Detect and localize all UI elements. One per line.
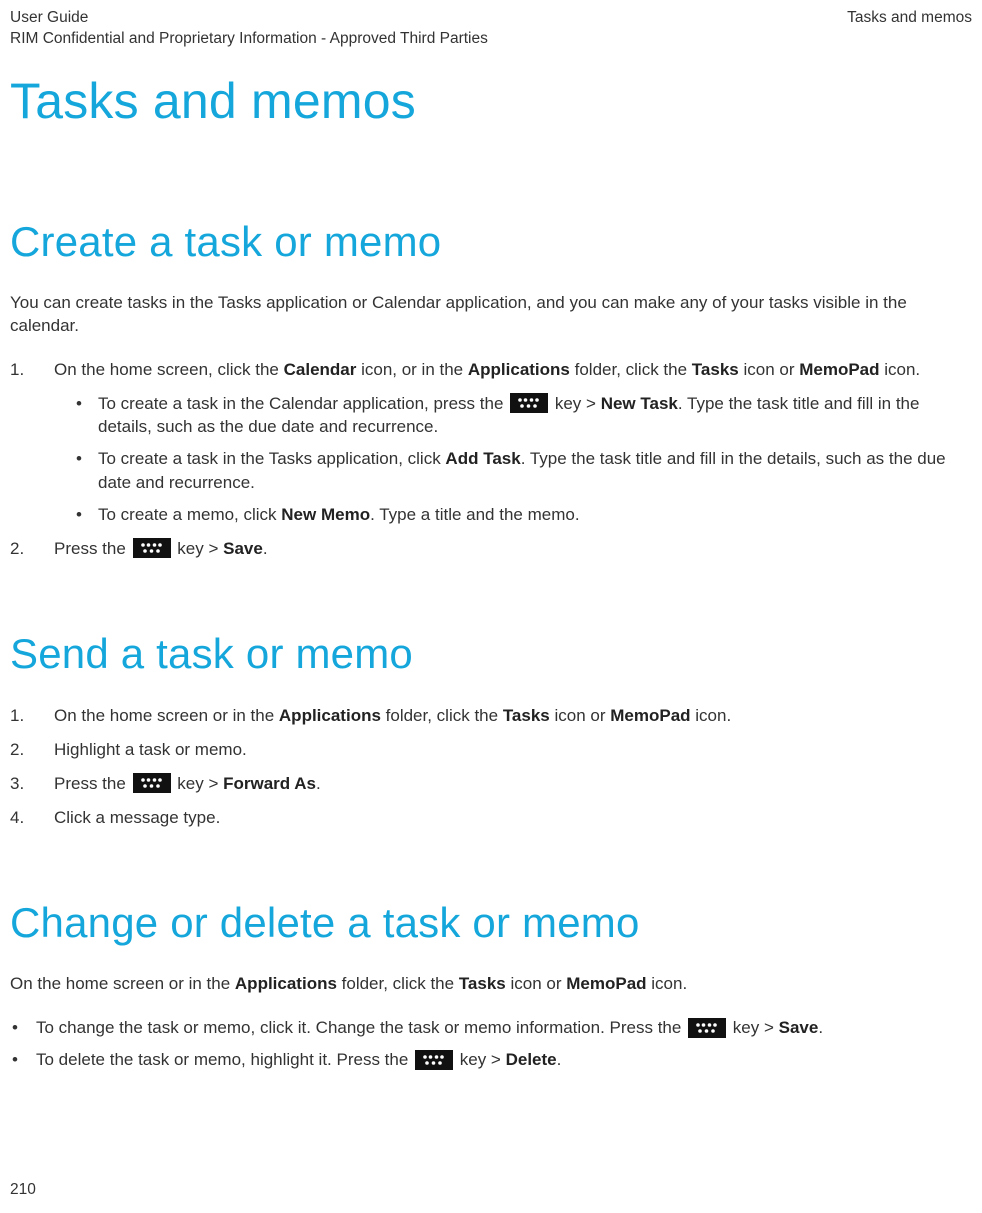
header-left-line-1: User Guide [10, 8, 488, 29]
bold-calendar: Calendar [284, 360, 357, 379]
section-send: Send a task or memo On the home screen o… [10, 630, 972, 829]
change-bullets: To change the task or memo, click it. Ch… [10, 1016, 972, 1072]
create-sub-1: To create a task in the Calendar applica… [76, 392, 972, 440]
bold-applications: Applications [279, 706, 381, 725]
text: key > [173, 774, 224, 793]
text: To create a memo, click [98, 505, 281, 524]
section-change: Change or delete a task or memo On the h… [10, 899, 972, 1072]
bold-new-task: New Task [601, 394, 678, 413]
blackberry-key-icon [133, 538, 171, 558]
text: To delete the task or memo, highlight it… [36, 1050, 413, 1069]
section-change-heading: Change or delete a task or memo [10, 899, 972, 947]
bold-tasks: Tasks [459, 974, 506, 993]
blackberry-key-icon [133, 773, 171, 793]
bold-applications: Applications [468, 360, 570, 379]
page-header: User Guide RIM Confidential and Propriet… [10, 8, 972, 50]
text: folder, click the [570, 360, 692, 379]
text: . [316, 774, 321, 793]
text: . [557, 1050, 562, 1069]
create-sub-3: To create a memo, click New Memo. Type a… [76, 503, 972, 527]
send-step-4: Click a message type. [10, 806, 972, 830]
section-create-heading: Create a task or memo [10, 218, 972, 266]
text: . Type a title and the memo. [370, 505, 579, 524]
bold-applications: Applications [235, 974, 337, 993]
page-number: 210 [10, 1181, 36, 1199]
text: folder, click the [381, 706, 503, 725]
send-steps: On the home screen or in the Application… [10, 704, 972, 829]
text: icon or [550, 706, 610, 725]
create-sub-2: To create a task in the Tasks applicatio… [76, 447, 972, 495]
text: To change the task or memo, click it. Ch… [36, 1018, 686, 1037]
section-create-intro: You can create tasks in the Tasks applic… [10, 292, 972, 338]
bold-forward-as: Forward As [223, 774, 316, 793]
header-right: Tasks and memos [847, 8, 972, 29]
text: icon or [739, 360, 799, 379]
text: key > [173, 539, 224, 558]
text: On the home screen or in the [10, 974, 235, 993]
text: icon. [647, 974, 688, 993]
text: key > [728, 1018, 779, 1037]
bold-delete: Delete [506, 1050, 557, 1069]
blackberry-key-icon [688, 1018, 726, 1038]
text: folder, click the [337, 974, 459, 993]
send-step-2: Highlight a task or memo. [10, 738, 972, 762]
send-step-1: On the home screen or in the Application… [10, 704, 972, 728]
section-change-intro: On the home screen or in the Application… [10, 973, 972, 996]
text: On the home screen, click the [54, 360, 284, 379]
bold-tasks: Tasks [503, 706, 550, 725]
change-bullet-1: To change the task or memo, click it. Ch… [10, 1016, 972, 1040]
text: To create a task in the Calendar applica… [98, 394, 508, 413]
bold-tasks: Tasks [692, 360, 739, 379]
section-create: Create a task or memo You can create tas… [10, 218, 972, 560]
text: Press the [54, 539, 131, 558]
text: icon. [880, 360, 921, 379]
text: . [263, 539, 268, 558]
create-step-2: Press the key > Save. [10, 537, 972, 561]
header-left: User Guide RIM Confidential and Propriet… [10, 8, 488, 50]
send-step-3: Press the key > Forward As. [10, 772, 972, 796]
text: On the home screen or in the [54, 706, 279, 725]
blackberry-key-icon [415, 1050, 453, 1070]
header-left-line-2: RIM Confidential and Proprietary Informa… [10, 29, 488, 50]
bold-add-task: Add Task [445, 449, 520, 468]
change-bullet-2: To delete the task or memo, highlight it… [10, 1048, 972, 1072]
bold-save: Save [223, 539, 263, 558]
page-title: Tasks and memos [10, 72, 972, 130]
text: To create a task in the Tasks applicatio… [98, 449, 445, 468]
blackberry-key-icon [510, 393, 548, 413]
section-send-heading: Send a task or memo [10, 630, 972, 678]
text: icon. [691, 706, 732, 725]
text: key > [455, 1050, 506, 1069]
bold-memopad: MemoPad [566, 974, 646, 993]
bold-memopad: MemoPad [610, 706, 690, 725]
bold-new-memo: New Memo [281, 505, 370, 524]
create-steps: On the home screen, click the Calendar i… [10, 358, 972, 561]
create-step-1: On the home screen, click the Calendar i… [10, 358, 972, 527]
text: icon or [506, 974, 566, 993]
bold-memopad: MemoPad [799, 360, 879, 379]
text: icon, or in the [356, 360, 468, 379]
text: key > [550, 394, 601, 413]
create-substeps: To create a task in the Calendar applica… [76, 392, 972, 527]
bold-save: Save [779, 1018, 819, 1037]
text: Press the [54, 774, 131, 793]
text: . [818, 1018, 823, 1037]
